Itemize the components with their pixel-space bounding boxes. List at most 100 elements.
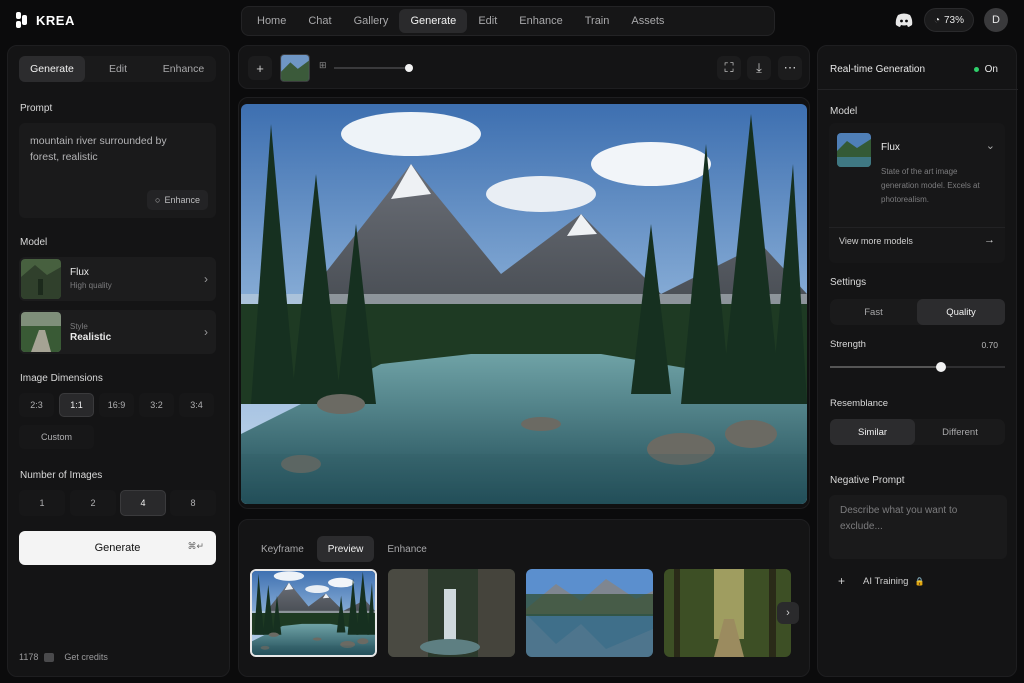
dimension-3-2[interactable]: 3:2 <box>139 393 174 417</box>
layers-icon: ⊞ <box>319 60 327 70</box>
option-fast[interactable]: Fast <box>830 299 917 325</box>
left-panel: Generate Edit Enhance Prompt mountain ri… <box>7 45 230 677</box>
dimension-2-3[interactable]: 2:3 <box>19 393 54 417</box>
num-images-label: Number of Images <box>20 470 103 481</box>
chevron-right-icon: › <box>204 325 208 339</box>
dimension-3-4[interactable]: 3:4 <box>179 393 214 417</box>
nav-chat[interactable]: Chat <box>297 9 342 33</box>
lock-icon: 🔒 <box>914 576 925 586</box>
discord-icon[interactable] <box>894 10 914 30</box>
download-icon[interactable]: ⤓ <box>747 56 771 80</box>
nav-gallery[interactable]: Gallery <box>343 9 400 33</box>
generated-image[interactable] <box>241 104 807 504</box>
get-credits-link[interactable]: Get credits <box>64 652 108 662</box>
realtime-toggle[interactable]: On <box>973 64 998 75</box>
num-images-4[interactable]: 4 <box>120 490 166 516</box>
option-different[interactable]: Different <box>915 419 1005 445</box>
style-selector[interactable]: Style Realistic › <box>19 310 216 354</box>
negative-prompt-input[interactable]: Describe what you want to exclude... <box>829 495 1007 559</box>
tab-enhance-results[interactable]: Enhance <box>376 536 437 562</box>
dimension-16-9[interactable]: 16:9 <box>99 393 134 417</box>
num-images-2[interactable]: 2 <box>70 490 116 516</box>
strength-slider-fill <box>830 366 941 368</box>
realtime-state: On <box>984 64 998 75</box>
num-images-1[interactable]: 1 <box>19 490 65 516</box>
model-label: Model <box>20 237 48 248</box>
option-quality[interactable]: Quality <box>917 299 1005 325</box>
tab-keyframe[interactable]: Keyframe <box>250 536 315 562</box>
tab-preview[interactable]: Preview <box>316 536 375 562</box>
next-results-button[interactable]: › <box>777 602 799 624</box>
tab-edit[interactable]: Edit <box>85 56 151 82</box>
right-model-desc: State of the art image generation model.… <box>881 167 980 204</box>
generate-shortcut: ⌘↵ <box>187 541 204 551</box>
enhance-prompt-button[interactable]: ○ Enhance <box>147 190 208 210</box>
fullscreen-icon[interactable]: ⛶ <box>717 56 741 80</box>
tab-generate[interactable]: Generate <box>19 56 85 82</box>
strength-slider-knob[interactable] <box>936 362 946 372</box>
slider-knob[interactable] <box>405 64 413 72</box>
credits-footer: 1178 Get credits <box>19 652 108 662</box>
more-options-icon[interactable]: ⋯ <box>778 56 802 80</box>
app-name: KREA <box>36 12 75 28</box>
canvas <box>238 97 810 509</box>
avatar[interactable]: D <box>984 8 1008 32</box>
krea-logo-icon <box>16 12 27 28</box>
style-label: Style <box>70 322 88 331</box>
result-thumbnail[interactable] <box>664 569 791 657</box>
nav-enhance[interactable]: Enhance <box>508 9 573 33</box>
realtime-label: Real-time Generation <box>830 64 926 75</box>
option-similar[interactable]: Similar <box>830 419 915 445</box>
divider <box>829 227 1005 228</box>
generate-button[interactable]: Generate ⌘↵ <box>19 531 216 565</box>
reference-thumbnail[interactable] <box>280 54 310 82</box>
nav-edit[interactable]: Edit <box>467 9 508 33</box>
strength-label: Strength <box>830 339 866 350</box>
canvas-toolbar: + ⊞ ⛶ ⤓ ⋯ <box>238 45 810 89</box>
dimension-custom[interactable]: Custom <box>19 425 94 449</box>
chevron-down-icon[interactable]: ⌄ <box>986 139 995 152</box>
resemblance-toggle: Similar Different <box>830 419 1005 445</box>
nav-train[interactable]: Train <box>574 9 621 33</box>
ai-training-row[interactable]: + AI Training 🔒 <box>838 574 924 588</box>
refresh-icon: ○ <box>155 195 161 205</box>
nav-home[interactable]: Home <box>246 9 297 33</box>
arrow-right-icon: → <box>984 234 995 246</box>
tab-enhance[interactable]: Enhance <box>151 56 216 82</box>
prompt-text: mountain river surrounded by forest, rea… <box>30 135 167 163</box>
right-model-card[interactable]: Flux ⌄ State of the art image generation… <box>829 123 1005 263</box>
result-thumbnail[interactable] <box>250 569 377 657</box>
compute-usage-value: 73% <box>943 14 964 26</box>
resemblance-label: Resemblance <box>830 398 889 409</box>
right-model-name: Flux <box>881 142 900 153</box>
status-dot-icon <box>973 67 979 72</box>
num-images-8[interactable]: 8 <box>170 490 216 516</box>
strength-slider[interactable] <box>830 362 1005 372</box>
credits-icon <box>44 652 55 662</box>
gauge-icon: ◔ <box>933 14 940 26</box>
add-icon[interactable]: + <box>248 56 272 80</box>
strength-value: 0.70 <box>981 340 998 350</box>
chevron-right-icon: › <box>204 272 208 286</box>
ai-training-label: AI Training <box>863 575 909 587</box>
model-selector[interactable]: Flux High quality › <box>19 257 216 301</box>
right-panel: Real-time Generation On Model Flux ⌄ Sta… <box>817 45 1018 677</box>
compute-usage-pill[interactable]: ◔ 73% <box>923 8 974 32</box>
result-thumbnail[interactable] <box>388 569 515 657</box>
dimension-1-1[interactable]: 1:1 <box>59 393 94 417</box>
dimensions-label: Image Dimensions <box>20 373 103 384</box>
results-strip <box>250 569 791 659</box>
view-more-models-link[interactable]: View more models <box>839 236 913 246</box>
model-name: Flux <box>70 267 89 278</box>
main-nav: Home Chat Gallery Generate Edit Enhance … <box>241 6 775 36</box>
result-thumbnail[interactable] <box>526 569 653 657</box>
right-model-label: Model <box>830 106 858 117</box>
prompt-label: Prompt <box>20 103 53 114</box>
prompt-input[interactable]: mountain river surrounded by forest, rea… <box>19 123 216 218</box>
nav-assets[interactable]: Assets <box>620 9 675 33</box>
model-thumbnail <box>837 133 871 167</box>
influence-slider[interactable] <box>334 64 413 72</box>
model-subtitle: High quality <box>70 281 112 290</box>
logo[interactable]: KREA <box>16 12 75 28</box>
nav-generate[interactable]: Generate <box>399 9 468 33</box>
